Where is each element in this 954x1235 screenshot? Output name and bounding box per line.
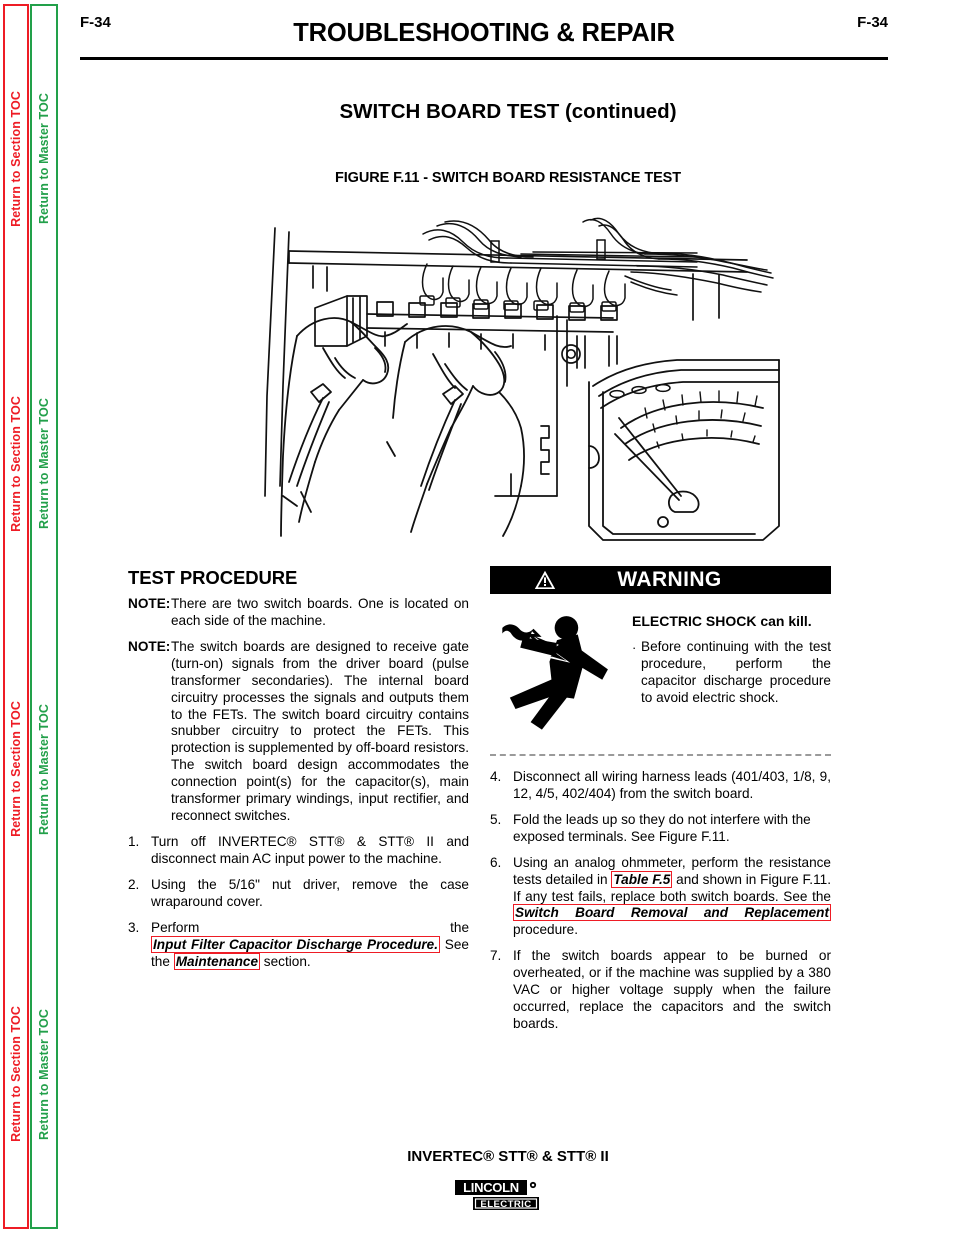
step-text: Turn off INVERTEC® STT® & STT® II and di… xyxy=(151,834,469,866)
list-item: 3. Perform the Input Filter Capacitor Di… xyxy=(128,920,469,971)
link-input-filter-capacitor-discharge-procedure[interactable]: Input Filter Capacitor Discharge Procedu… xyxy=(151,935,441,953)
return-to-master-toc-link[interactable]: Return to Master TOC xyxy=(37,704,51,835)
return-to-master-toc-link[interactable]: Return to Master TOC xyxy=(37,398,51,529)
list-item: 1. Turn off INVERTEC® STT® & STT® II and… xyxy=(128,834,469,868)
return-to-section-toc-link[interactable]: Return to Section TOC xyxy=(9,396,23,532)
return-to-master-toc-link[interactable]: Return to Master TOC xyxy=(37,1009,51,1140)
step-number: 6. xyxy=(490,854,502,870)
note-item: NOTE: There are two switch boards. One i… xyxy=(128,596,469,630)
note-item: NOTE: The switch boards are designed to … xyxy=(128,639,469,825)
section-title: SWITCH BOARD TEST (continued) xyxy=(339,100,677,123)
warning-text-block: ELECTRIC SHOCK can kill. · Before contin… xyxy=(632,603,831,707)
page-header: F-34 F-34 TROUBLESHOOTING & REPAIR xyxy=(80,14,888,54)
warning-banner: WARNING xyxy=(490,566,831,594)
warning-bullet-text: Before continuing with the test procedur… xyxy=(641,639,831,705)
left-steps-list: 1. Turn off INVERTEC® STT® & STT® II and… xyxy=(128,834,469,970)
step-number: 3. xyxy=(128,919,140,935)
switch-board-resistance-test-figure xyxy=(227,196,787,556)
list-item: 7. If the switch boards appear to be bur… xyxy=(490,948,831,1033)
step-text: Fold the leads up so they do not interfe… xyxy=(513,811,811,844)
page-content: F-34 F-34 TROUBLESHOOTING & REPAIR SWITC… xyxy=(62,0,954,1235)
return-to-section-toc-column[interactable]: Return to Section TOC Return to Section T… xyxy=(3,4,29,1229)
note-text: The switch boards are designed to receiv… xyxy=(171,638,469,824)
return-to-section-toc-link[interactable]: Return to Section TOC xyxy=(9,91,23,227)
page-title: TROUBLESHOOTING & REPAIR xyxy=(293,19,675,47)
section-dashed-divider xyxy=(490,754,831,756)
step-text: Perform the Input Filter Capacitor Disch… xyxy=(151,920,469,971)
header-divider xyxy=(80,57,888,60)
warning-headline: ELECTRIC SHOCK can kill. xyxy=(632,613,812,629)
step-text: Disconnect all wiring harness leads (401… xyxy=(513,769,831,801)
svg-text:LINCOLN: LINCOLN xyxy=(463,1180,519,1195)
list-item: 2. Using the 5/16" nut driver, remove th… xyxy=(128,877,469,911)
list-item: 5. Fold the leads up so they do not inte… xyxy=(490,812,831,846)
note-text: There are two switch boards. One is loca… xyxy=(171,596,469,628)
link-maintenance[interactable]: Maintenance xyxy=(173,952,261,970)
step-text-post: section. xyxy=(260,953,311,969)
footer-model-name: INVERTEC® STT® & STT® II xyxy=(407,1148,609,1165)
right-text-column: WARNING ELECTRIC SHOCK can kill. · Befor… xyxy=(490,566,831,1042)
warning-bullet: · Before continuing with the test proced… xyxy=(632,639,831,707)
step-number: 7. xyxy=(490,948,502,964)
step-text: Using the 5/16" nut driver, remove the c… xyxy=(151,876,469,909)
return-to-master-toc-link[interactable]: Return to Master TOC xyxy=(37,93,51,224)
list-item: 4. Disconnect all wiring harness leads (… xyxy=(490,769,831,803)
step-text-post: procedure. xyxy=(513,922,578,938)
figure-caption: FIGURE F.11 - SWITCH BOARD RESISTANCE TE… xyxy=(335,170,681,186)
note-label: NOTE: xyxy=(128,638,171,654)
step-text: Using an analog ohmmeter, perform the re… xyxy=(513,855,831,940)
bullet-marker-icon: · xyxy=(632,640,637,656)
return-to-master-toc-column[interactable]: Return to Master TOC Return to Master TOC… xyxy=(30,4,58,1229)
return-to-section-toc-link[interactable]: Return to Section TOC xyxy=(9,1006,23,1142)
step-number: 1. xyxy=(128,834,140,850)
return-to-section-toc-link[interactable]: Return to Section TOC xyxy=(9,701,23,837)
left-text-column: TEST PROCEDURE NOTE: There are two switc… xyxy=(128,566,469,979)
link-table-f5[interactable]: Table F.5 xyxy=(611,870,673,888)
toc-sidebar: Return to Section TOC Return to Section T… xyxy=(0,0,62,1235)
note-label: NOTE: xyxy=(128,596,171,612)
warning-triangle-icon xyxy=(534,570,556,595)
step-number: 2. xyxy=(128,876,140,892)
svg-text:ELECTRIC: ELECTRIC xyxy=(480,1199,531,1210)
step-text-pre: Perform the xyxy=(151,919,469,935)
step-number: 5. xyxy=(490,811,502,827)
link-switch-board-removal-and-replacement[interactable]: Switch Board Removal and Replacement xyxy=(513,904,831,922)
right-steps-list: 4. Disconnect all wiring harness leads (… xyxy=(490,769,831,1033)
electric-shock-icon xyxy=(490,609,624,741)
test-procedure-heading: TEST PROCEDURE xyxy=(128,567,298,588)
list-item: 6. Using an analog ohmmeter, perform the… xyxy=(490,855,831,940)
step-number: 4. xyxy=(490,769,502,784)
lincoln-electric-logo: LINCOLN ELECTRIC xyxy=(453,1178,563,1218)
step-text: If the switch boards appear to be burned… xyxy=(513,948,831,1031)
warning-body: ELECTRIC SHOCK can kill. · Before contin… xyxy=(490,603,831,741)
